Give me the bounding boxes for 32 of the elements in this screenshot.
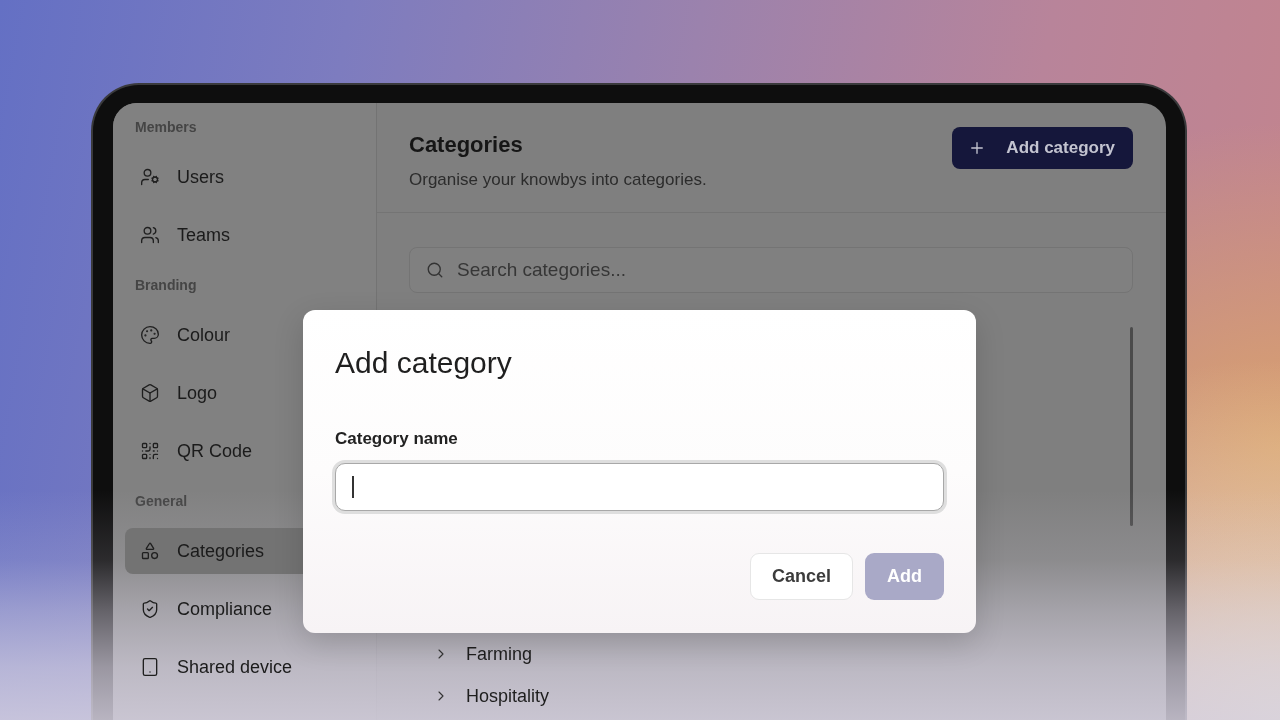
section-label: Members xyxy=(134,118,197,137)
user-gear-icon xyxy=(140,167,160,187)
input-field[interactable] xyxy=(335,463,944,511)
shield-check-icon xyxy=(140,599,160,619)
users-icon xyxy=(140,225,160,245)
cancel-button[interactable]: Cancel xyxy=(749,553,853,600)
sidebar-item[interactable]: Shared device xyxy=(125,644,303,690)
scrollbar[interactable] xyxy=(1130,327,1133,526)
sidebar-item[interactable]: Teams xyxy=(125,212,303,258)
category-row[interactable]: Farming xyxy=(409,633,548,675)
sidebar-item[interactable]: QR Code xyxy=(125,428,303,474)
section-label: General xyxy=(134,492,188,511)
field-label: Category name xyxy=(335,429,458,449)
page-subtitle: Organise your knowbys into categories. xyxy=(409,169,707,191)
sidebar-item[interactable]: Compliance xyxy=(125,586,303,632)
search-icon xyxy=(426,261,444,279)
sidebar-item[interactable]: Users xyxy=(125,154,303,200)
shapes-icon xyxy=(140,541,160,561)
search-field[interactable]: Search categories... xyxy=(409,247,1133,293)
sidebar-item[interactable]: Colour xyxy=(125,312,303,358)
add-category-button[interactable]: Add category xyxy=(952,127,1133,169)
page-title: Categories xyxy=(409,131,523,159)
sidebar-item[interactable]: Logo xyxy=(125,370,303,416)
cube-icon xyxy=(140,383,160,403)
text-cursor xyxy=(352,476,354,498)
palette-icon xyxy=(140,325,160,345)
section-label: Branding xyxy=(134,276,197,295)
dialog-title: Add category xyxy=(335,345,512,381)
qr-code-icon xyxy=(140,441,160,461)
category-row[interactable]: Hospitality xyxy=(409,675,566,717)
tablet-icon xyxy=(140,657,160,677)
sidebar-item[interactable]: Categories xyxy=(125,528,303,574)
